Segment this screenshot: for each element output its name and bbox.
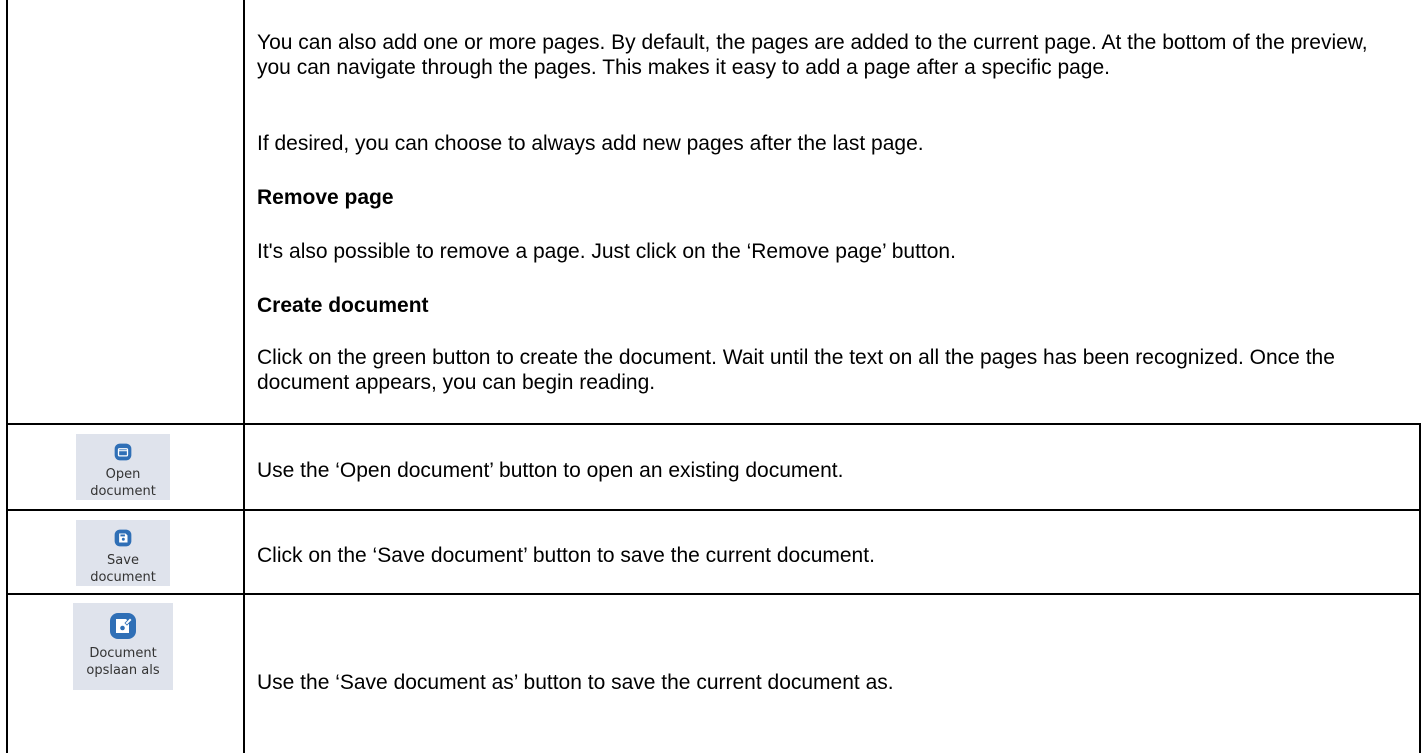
remove-page-heading: Remove page — [257, 186, 394, 209]
save-as-icon — [110, 613, 136, 639]
last-page-paragraph: If desired, you can choose to always add… — [257, 132, 924, 155]
folder-icon — [114, 443, 132, 461]
save-document-description: Click on the ‘Save document’ button to s… — [257, 544, 875, 567]
save-document-as-button[interactable]: Document opslaan als — [73, 603, 173, 690]
save-document-as-description: Use the ‘Save document as’ button to sav… — [257, 671, 894, 694]
table-row-divider — [6, 509, 1421, 511]
table-border-right — [1419, 423, 1421, 753]
create-document-heading: Create document — [257, 294, 429, 317]
table-border-left — [6, 0, 8, 753]
open-document-description: Use the ‘Open document’ button to open a… — [257, 459, 844, 482]
save-document-as-caption: Document opslaan als — [86, 646, 160, 678]
table-row-divider — [6, 593, 1421, 595]
save-icon — [114, 529, 132, 547]
remove-page-paragraph: It's also possible to remove a page. Jus… — [257, 240, 956, 263]
table-column-divider — [243, 0, 245, 753]
save-document-caption: Save document — [90, 553, 156, 585]
table-row-divider — [6, 423, 1421, 425]
create-document-paragraph: Click on the green button to create the … — [257, 346, 1335, 394]
document-page: You can also add one or more pages. By d… — [0, 0, 1422, 753]
add-pages-paragraph: You can also add one or more pages. By d… — [257, 31, 1368, 79]
open-document-button[interactable]: Open document — [76, 434, 170, 500]
save-document-button[interactable]: Save document — [76, 520, 170, 586]
open-document-caption: Open document — [90, 467, 156, 499]
